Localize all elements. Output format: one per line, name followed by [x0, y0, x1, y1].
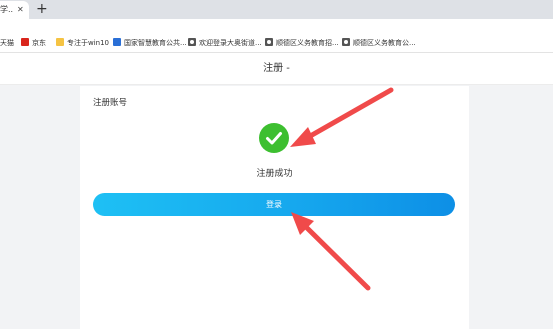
bookmark-label: 欢迎登录大奥街道... — [199, 39, 262, 47]
registration-card: 注册账号 注册成功 登录 — [80, 86, 469, 329]
success-check-icon — [259, 123, 289, 153]
browser-toolbar — [0, 19, 553, 35]
bookmark-label: 京东 — [32, 39, 46, 47]
success-message: 注册成功 — [256, 169, 293, 179]
bookmark-shunde-enroll[interactable]: 顺德区义务教育招... — [265, 35, 339, 52]
page-title: 注册 - — [0, 53, 553, 85]
browser-tab-strip: 学... ✕ + — [0, 0, 553, 19]
bookmark-label: 专注于win10 — [67, 39, 110, 47]
globe-icon — [265, 38, 273, 46]
login-button[interactable]: 登录 — [93, 193, 455, 216]
folder-icon — [56, 38, 64, 46]
close-icon[interactable]: ✕ — [17, 1, 24, 19]
globe-icon — [188, 38, 196, 46]
bookmarks-bar: 天猫 京东 专注于win10 国家智慧教育公共... 欢迎登录大奥街道... 顺… — [0, 35, 553, 53]
bookmark-shunde-public[interactable]: 顺德区义务教育公... — [342, 35, 416, 52]
bookmark-label: 顺德区义务教育公... — [353, 39, 416, 47]
bookmark-win10[interactable]: 专注于win10 — [56, 35, 109, 52]
bookmark-street-login[interactable]: 欢迎登录大奥街道... — [188, 35, 262, 52]
jd-icon — [21, 38, 29, 46]
bookmark-label: 顺德区义务教育招... — [276, 39, 339, 47]
bookmark-jd[interactable]: 京东 — [21, 35, 46, 52]
bookmark-label: 国家智慧教育公共... — [124, 39, 187, 47]
tab-title: 学... — [0, 5, 14, 14]
globe-icon — [342, 38, 350, 46]
bookmark-education[interactable]: 国家智慧教育公共... — [113, 35, 187, 52]
new-tab-icon[interactable]: + — [36, 0, 48, 18]
browser-tab[interactable]: 学... ✕ — [0, 1, 29, 19]
bookmark-tmall[interactable]: 天猫 — [0, 35, 14, 52]
bookmark-label: 天猫 — [0, 39, 14, 47]
education-icon — [113, 38, 121, 46]
card-heading: 注册账号 — [93, 98, 128, 108]
